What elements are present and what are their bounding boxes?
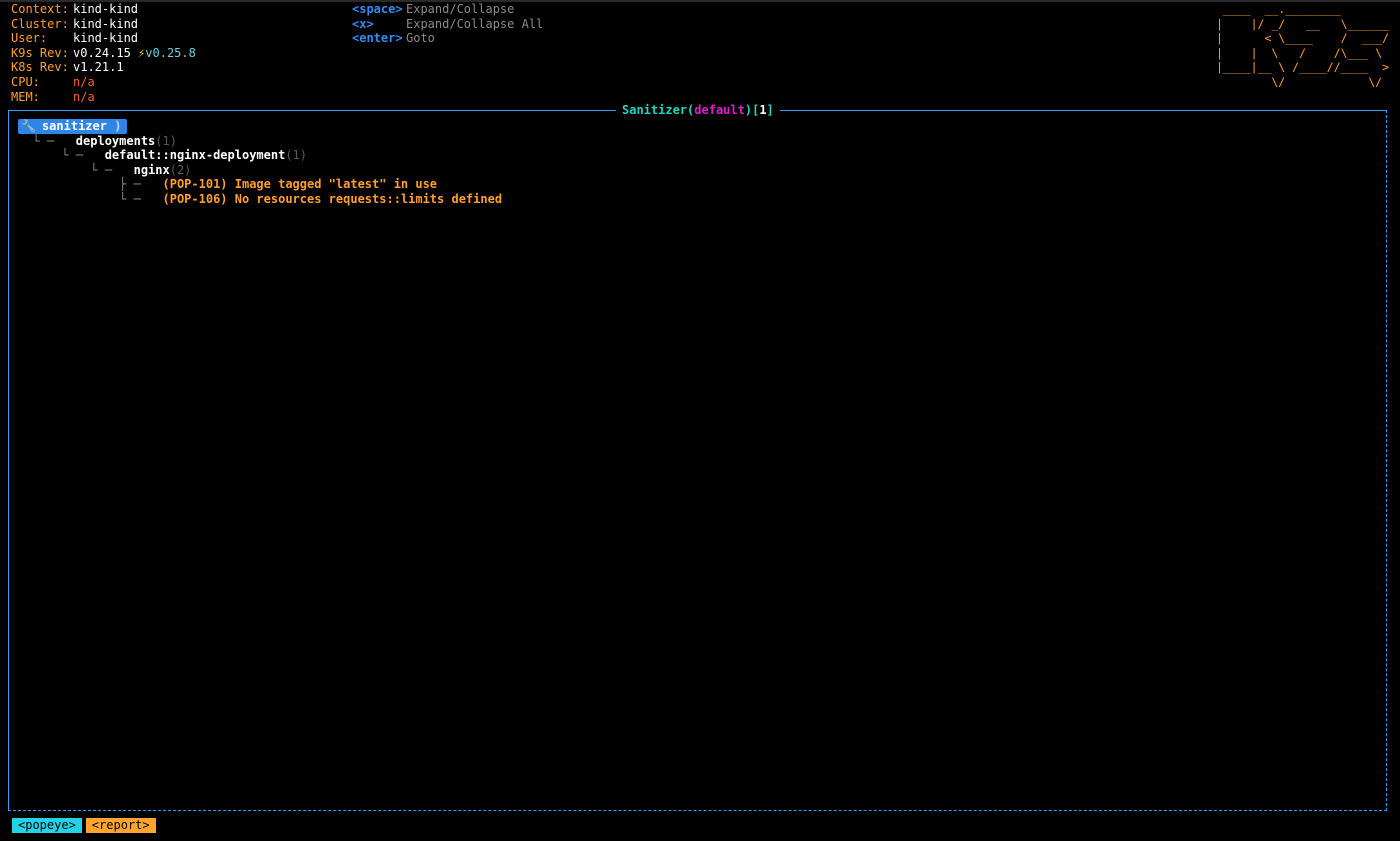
- wrench-icon: 🔧: [21, 119, 36, 133]
- k8s-rev-value: v1.21.1: [73, 60, 124, 75]
- crumb-popeye[interactable]: <popeye>: [12, 818, 82, 833]
- k9s-new-version: v0.25.8: [145, 45, 196, 60]
- k8s-rev-label: K8s Rev:: [11, 60, 69, 75]
- cluster-label: Cluster:: [11, 16, 69, 31]
- container-count: (2): [169, 162, 192, 177]
- issue-text: (POP-101) Image tagged "latest" in use: [162, 177, 438, 192]
- cluster-value: kind-kind: [73, 16, 139, 31]
- cluster-row: Cluster: kind-kind: [11, 17, 196, 32]
- panel-title-count: 1: [759, 103, 767, 117]
- sanitizer-tree: 🔧 sanitizer ) └ ─ deployments(1) └ ─ defa…: [18, 119, 502, 207]
- user-label: User:: [11, 31, 48, 46]
- crumb-report[interactable]: <report>: [85, 818, 156, 833]
- tree-node-deployment[interactable]: └ ─ default::nginx-deployment(1): [18, 148, 502, 163]
- deployments-label: deployments: [75, 133, 156, 148]
- panel-title-name: Sanitizer: [622, 103, 688, 117]
- mem-row: MEM: n/a: [11, 90, 196, 105]
- panel-title-namespace: default: [694, 103, 745, 117]
- cluster-info: Context: kind-kind Cluster: kind-kind User…: [11, 2, 196, 104]
- root-label: sanitizer: [41, 119, 107, 133]
- tree-node-container[interactable]: └ ─ nginx(2): [18, 163, 502, 178]
- k9s-rev-row: K9s Rev: v0.24.15 ⚡v0.25.8: [11, 46, 196, 61]
- mem-value: n/a: [73, 89, 95, 104]
- hint-space: <space> Expand/Collapse: [352, 2, 543, 17]
- breadcrumb: <popeye> <report>: [12, 818, 160, 833]
- key-hints: <space> Expand/Collapse <x> Expand/Collaps…: [352, 2, 543, 46]
- context-row: Context: kind-kind: [11, 2, 196, 17]
- hint-desc: Expand/Collapse: [406, 2, 515, 16]
- user-row: User: kind-kind: [11, 31, 196, 46]
- tree-issue[interactable]: ├ ─ (POP-101) Image tagged "latest" in u…: [18, 177, 502, 192]
- tree-root[interactable]: 🔧 sanitizer ): [18, 119, 502, 134]
- context-label: Context:: [11, 2, 69, 16]
- panel-title: Sanitizer(default)[1]: [616, 103, 780, 118]
- hint-key: <space>: [352, 2, 403, 16]
- hint-enter: <enter> Goto: [352, 31, 543, 46]
- k9s-logo: ____ __.________ | |/ _/ __ \______ | < …: [1216, 2, 1390, 89]
- cpu-value: n/a: [73, 74, 95, 89]
- k9s-rev-value: v0.24.15: [73, 45, 131, 60]
- tree-node-deployments[interactable]: └ ─ deployments(1): [18, 134, 502, 149]
- mem-label: MEM:: [11, 89, 40, 104]
- sanitizer-panel: [8, 110, 1387, 811]
- k9s-rev-label: K9s Rev:: [11, 45, 69, 60]
- hint-desc: Goto: [406, 31, 435, 46]
- selected-node[interactable]: 🔧 sanitizer ): [18, 119, 128, 134]
- issue-text: (POP-106) No resources requests::limits …: [162, 191, 503, 206]
- hint-key: <enter>: [352, 31, 403, 46]
- cpu-label: CPU:: [11, 74, 40, 89]
- cpu-row: CPU: n/a: [11, 75, 196, 90]
- deployment-count: (1): [285, 148, 308, 163]
- hint-key: <x>: [352, 16, 374, 31]
- tree-issue[interactable]: └ ─ (POP-106) No resources requests::lim…: [18, 192, 502, 207]
- deployments-count: (1): [155, 133, 177, 148]
- context-value: kind-kind: [73, 2, 139, 16]
- container-label: nginx: [133, 162, 170, 177]
- deployment-label: default::nginx-deployment: [104, 148, 286, 163]
- user-value: kind-kind: [73, 31, 139, 46]
- k8s-rev-row: K8s Rev: v1.21.1: [11, 60, 196, 75]
- hint-desc: Expand/Collapse All: [406, 16, 544, 31]
- hint-x: <x> Expand/Collapse All: [352, 17, 543, 32]
